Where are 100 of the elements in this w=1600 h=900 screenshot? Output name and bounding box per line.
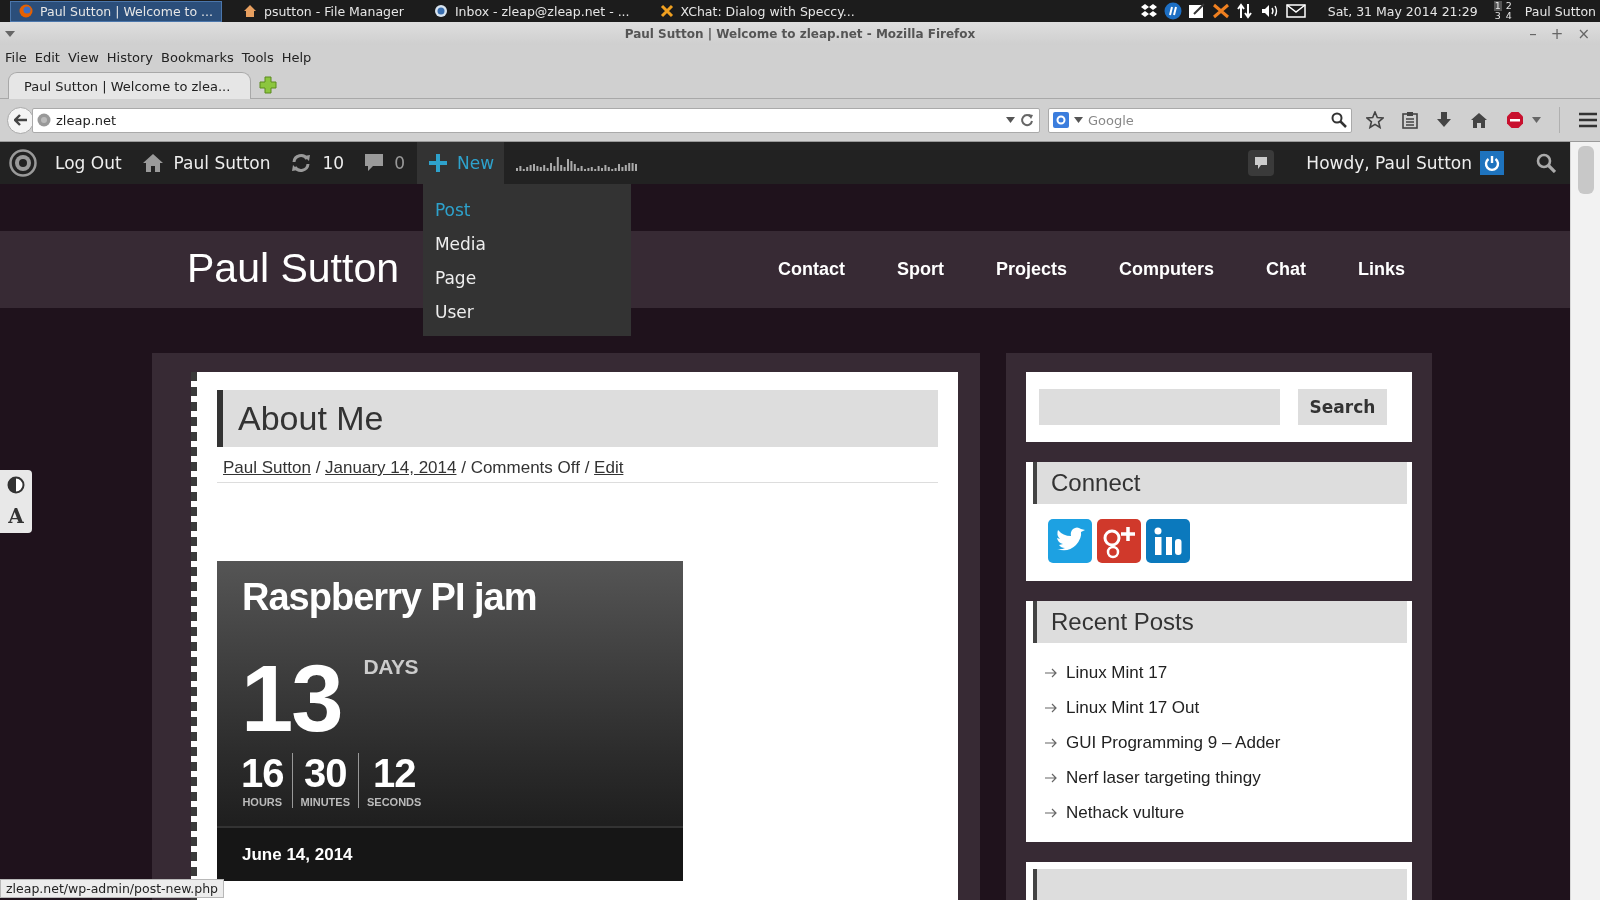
font-size-button[interactable]: A xyxy=(8,505,24,528)
status-bar: zleap.net/wp-admin/post-new.php xyxy=(0,879,225,898)
countdown-value: 12 xyxy=(372,753,416,793)
widget-title: Recent Posts xyxy=(1033,601,1407,643)
search-icon[interactable] xyxy=(1331,112,1347,128)
post-link[interactable]: Nethack vulture xyxy=(1066,802,1185,823)
workspace-button[interactable]: 4 xyxy=(1504,11,1513,21)
address-bar[interactable]: zleap.net xyxy=(32,107,1040,133)
comment-icon xyxy=(364,153,385,173)
arrow-icon xyxy=(1045,667,1057,678)
nav-link[interactable]: Chat xyxy=(1266,259,1306,280)
comment-icon xyxy=(1254,156,1269,170)
back-button[interactable] xyxy=(7,106,34,134)
menu-item[interactable]: History xyxy=(102,50,158,65)
nav-link[interactable]: Contact xyxy=(777,259,845,280)
search-engine-icon[interactable] xyxy=(1053,112,1069,128)
meta-link[interactable]: January 14, 2014 xyxy=(325,458,457,477)
countdown-unit: SECONDS xyxy=(367,796,422,808)
clipboard-icon[interactable] xyxy=(1402,111,1418,129)
taskbar-button[interactable]: Paul Sutton | Welcome to ... xyxy=(10,0,222,22)
updates-link[interactable]: 10 xyxy=(280,142,355,184)
dropdown-caret-icon[interactable] xyxy=(1074,117,1083,123)
menu-item[interactable]: File xyxy=(1,50,31,65)
dropbox-icon xyxy=(1139,3,1158,19)
workspace-button[interactable]: 1 xyxy=(1493,1,1502,11)
window-button[interactable]: – xyxy=(1527,25,1539,42)
star-icon[interactable] xyxy=(1366,111,1384,129)
note-icon xyxy=(1187,3,1206,19)
menu-item[interactable]: Help xyxy=(277,50,316,65)
arrow-icon xyxy=(1045,702,1057,713)
search-button[interactable]: Search xyxy=(1298,389,1387,425)
menu-item[interactable]: Edit xyxy=(30,50,64,65)
countdown-unit: HOURS xyxy=(242,796,283,808)
meta-text: Comments Off xyxy=(470,458,580,477)
caret-icon[interactable] xyxy=(5,30,15,37)
url-field[interactable]: zleap.net xyxy=(56,112,1001,128)
reload-icon[interactable] xyxy=(1020,113,1034,127)
event-date: June 14, 2014 xyxy=(217,826,683,881)
countdown-value: 30 xyxy=(304,753,347,793)
post-title: About Me xyxy=(217,390,938,447)
scrollbar-thumb[interactable] xyxy=(1578,146,1594,194)
browser-tab[interactable]: Paul Sutton | Welcome to zlea... xyxy=(8,72,252,99)
clock: Sat, 31 May 2014 21:29 xyxy=(1327,3,1478,19)
taskbar-button[interactable]: psutton - File Manager xyxy=(234,0,413,22)
taskbar-button[interactable]: XChat: Dialog with Speccy... xyxy=(650,0,864,22)
home-icon xyxy=(141,153,164,173)
menu-item[interactable]: Media xyxy=(422,227,631,261)
account-link[interactable]: Howdy, Paul Sutton xyxy=(1296,142,1514,184)
notification-button[interactable] xyxy=(1248,150,1275,176)
search-icon[interactable] xyxy=(1536,153,1556,173)
window-button[interactable]: × xyxy=(1575,25,1592,42)
download-icon[interactable] xyxy=(1436,111,1452,129)
menu-item[interactable]: Tools xyxy=(237,50,278,65)
arrow-icon xyxy=(1045,772,1057,783)
logout-link[interactable]: Log Out xyxy=(45,142,132,184)
post-link[interactable]: GUI Programming 9 – Adder xyxy=(1066,732,1281,753)
back-arrow-icon xyxy=(13,114,28,126)
nav-link[interactable]: Links xyxy=(1358,259,1405,280)
menu-item[interactable]: User xyxy=(422,295,631,329)
browser-icon xyxy=(19,4,33,18)
meta-link[interactable]: Paul Sutton xyxy=(223,458,311,477)
house-icon xyxy=(243,4,257,18)
volume-icon xyxy=(1259,3,1280,19)
meta-link[interactable]: Edit xyxy=(594,458,624,477)
dropdown-caret-icon[interactable] xyxy=(1006,117,1015,123)
search-input[interactable]: Google xyxy=(1088,112,1326,128)
comments-link[interactable]: 0 xyxy=(354,142,415,184)
nav-link[interactable]: Projects xyxy=(995,259,1067,280)
workspace-button[interactable]: 3 xyxy=(1493,11,1502,21)
workspace-button[interactable]: 2 xyxy=(1504,1,1513,11)
globe-icon xyxy=(37,113,51,127)
new-menu-button[interactable]: New xyxy=(416,142,505,184)
window-button[interactable]: + xyxy=(1548,25,1566,42)
bird-icon[interactable] xyxy=(1048,519,1092,563)
menu-icon[interactable] xyxy=(1578,112,1598,128)
post-link[interactable]: Linux Mint 17 Out xyxy=(1066,697,1200,718)
search-bar[interactable]: Google xyxy=(1048,107,1352,133)
contrast-icon[interactable] xyxy=(7,475,25,494)
menu-item[interactable]: Bookmarks xyxy=(157,50,238,65)
stop-sign-icon[interactable] xyxy=(1506,111,1524,129)
logo-icon[interactable] xyxy=(9,149,37,177)
event-title: Raspberry PI jam xyxy=(241,575,538,619)
power-icon xyxy=(1480,151,1504,175)
nav-link[interactable]: Computers xyxy=(1118,259,1214,280)
menu-item[interactable]: Page xyxy=(422,261,631,295)
home-icon[interactable] xyxy=(1470,111,1488,129)
site-title[interactable]: Paul Sutton xyxy=(187,244,399,292)
user-name: Paul Sutton xyxy=(1524,3,1596,19)
post-link[interactable]: Linux Mint 17 xyxy=(1066,662,1168,683)
menu-item[interactable]: View xyxy=(63,50,103,65)
dropdown-caret-icon[interactable] xyxy=(1532,117,1541,123)
site-link[interactable]: Paul Sutton xyxy=(131,142,281,184)
menu-item[interactable]: Post xyxy=(422,193,631,227)
search-field[interactable] xyxy=(1039,389,1280,425)
post-meta: Paul Sutton / January 14, 2014 / Comments Off / Edit xyxy=(217,458,938,483)
post-link[interactable]: Nerf laser targeting thingy xyxy=(1066,767,1261,788)
network-badge-icon[interactable] xyxy=(1146,519,1190,563)
nav-link[interactable]: Sport xyxy=(896,259,944,280)
taskbar-button[interactable]: Inbox - zleap@zleap.net - ... xyxy=(424,0,639,22)
widget-title: Connect xyxy=(1033,462,1407,504)
